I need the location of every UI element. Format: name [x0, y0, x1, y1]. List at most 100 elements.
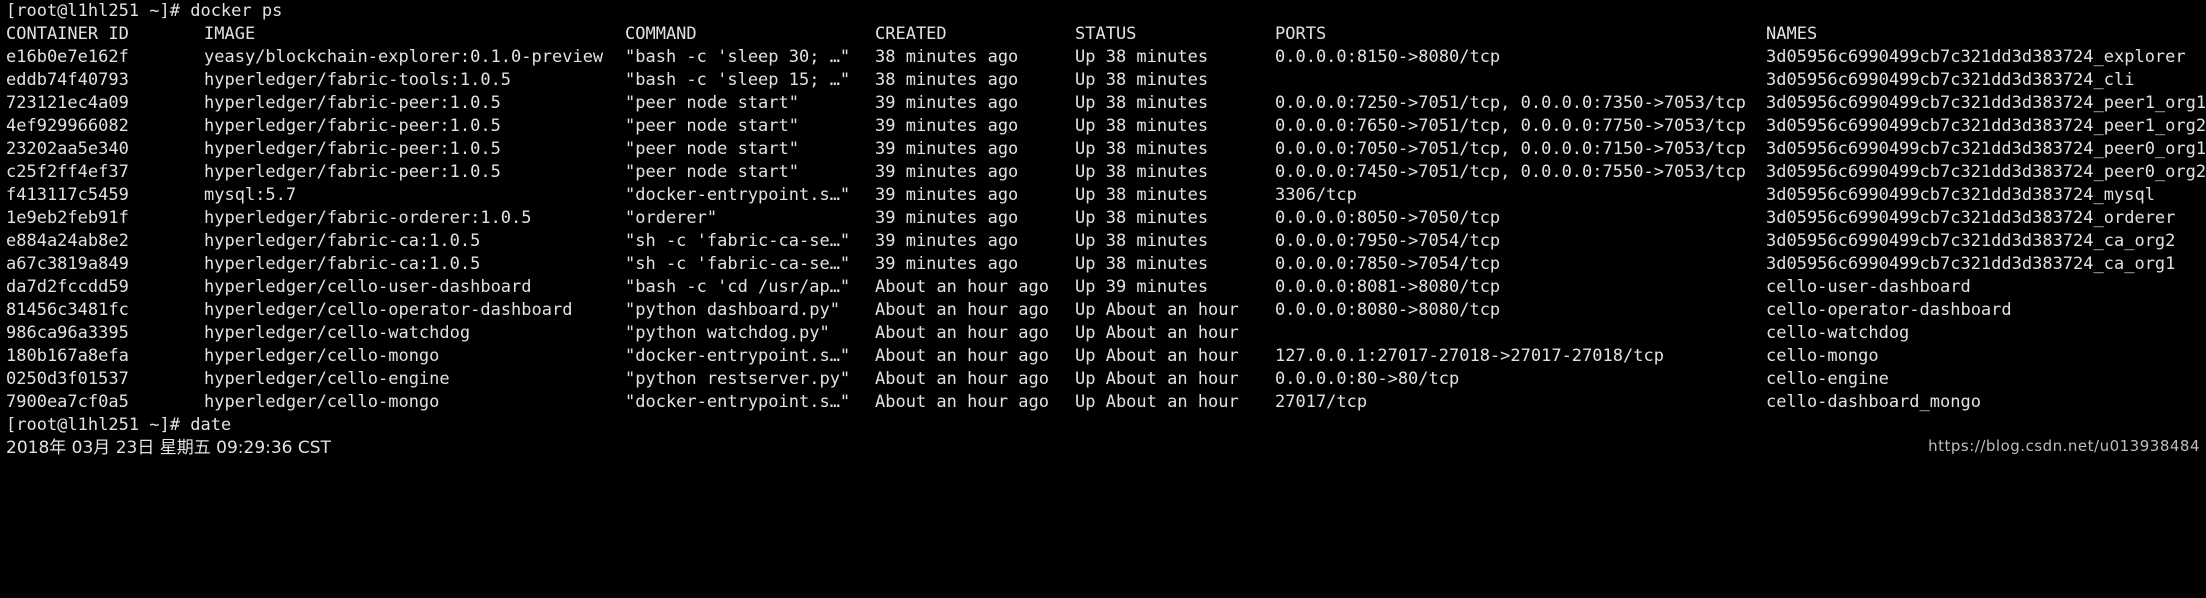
cell-container-id: f413117c5459: [6, 185, 129, 205]
cell-image: hyperledger/fabric-peer:1.0.5: [204, 93, 501, 113]
cell-command: "sh -c 'fabric-ca-se…": [625, 254, 851, 274]
table-row: c25f2ff4ef37 hyperledger/fabric-peer:1.0…: [0, 161, 2206, 184]
cell-ports: 0.0.0.0:7450->7051/tcp, 0.0.0.0:7550->70…: [1275, 162, 1746, 182]
cell-names: cello-engine: [1766, 369, 1889, 389]
cell-names: 3d05956c6990499cb7c321dd3d383724_peer0_o…: [1766, 162, 2206, 182]
cell-created: About an hour ago: [875, 300, 1049, 320]
cell-status: Up 38 minutes: [1075, 254, 1209, 274]
cell-status: Up 38 minutes: [1075, 185, 1209, 205]
table-row: a67c3819a849 hyperledger/fabric-ca:1.0.5…: [0, 253, 2206, 276]
table-header: CONTAINER ID IMAGE COMMAND CREATED STATU…: [0, 23, 2206, 46]
cell-names: cello-mongo: [1766, 346, 1879, 366]
table-row: 986ca96a3395 hyperledger/cello-watchdog …: [0, 322, 2206, 345]
cell-ports: 0.0.0.0:8050->7050/tcp: [1275, 208, 1501, 228]
cell-created: 39 minutes ago: [875, 208, 1019, 228]
table-row: f413117c5459 mysql:5.7 "docker-entrypoin…: [0, 184, 2206, 207]
cell-command: "python dashboard.py": [625, 300, 840, 320]
header-container-id: CONTAINER ID: [6, 24, 129, 44]
cell-created: 39 minutes ago: [875, 93, 1019, 113]
cell-container-id: da7d2fccdd59: [6, 277, 129, 297]
cell-names: 3d05956c6990499cb7c321dd3d383724_cli: [1766, 70, 2135, 90]
cell-container-id: e884a24ab8e2: [6, 231, 129, 251]
table-row: da7d2fccdd59 hyperledger/cello-user-dash…: [0, 276, 2206, 299]
table-row: e884a24ab8e2 hyperledger/fabric-ca:1.0.5…: [0, 230, 2206, 253]
cell-created: About an hour ago: [875, 369, 1049, 389]
cell-created: About an hour ago: [875, 392, 1049, 412]
cell-ports: 0.0.0.0:8080->8080/tcp: [1275, 300, 1501, 320]
cell-ports: 0.0.0.0:7850->7054/tcp: [1275, 254, 1501, 274]
cell-status: Up About an hour: [1075, 369, 1239, 389]
cell-names: cello-operator-dashboard: [1766, 300, 2012, 320]
cell-ports: 0.0.0.0:7950->7054/tcp: [1275, 231, 1501, 251]
cell-status: Up 38 minutes: [1075, 139, 1209, 159]
cell-ports: 0.0.0.0:8081->8080/tcp: [1275, 277, 1501, 297]
date-output: 2018年 03月 23日 星期五 09:29:36 CST: [6, 438, 331, 458]
cell-names: 3d05956c6990499cb7c321dd3d383724_peer1_o…: [1766, 93, 2206, 113]
command-prompt: [root@l1hl251 ~]# docker ps: [6, 1, 283, 21]
cell-names: 3d05956c6990499cb7c321dd3d383724_peer0_o…: [1766, 139, 2206, 159]
cell-status: Up 38 minutes: [1075, 208, 1209, 228]
cell-status: Up 38 minutes: [1075, 162, 1209, 182]
table-row: eddb74f40793 hyperledger/fabric-tools:1.…: [0, 69, 2206, 92]
cell-image: hyperledger/fabric-peer:1.0.5: [204, 139, 501, 159]
cell-command: "sh -c 'fabric-ca-se…": [625, 231, 851, 251]
cell-image: hyperledger/cello-user-dashboard: [204, 277, 532, 297]
cell-status: Up 38 minutes: [1075, 93, 1209, 113]
cell-container-id: 723121ec4a09: [6, 93, 129, 113]
header-created: CREATED: [875, 24, 947, 44]
cell-container-id: 7900ea7cf0a5: [6, 392, 129, 412]
cell-created: About an hour ago: [875, 277, 1049, 297]
prompt-line-docker-ps: [root@l1hl251 ~]# docker ps: [0, 0, 2206, 23]
cell-image: hyperledger/fabric-ca:1.0.5: [204, 254, 481, 274]
cell-command: "docker-entrypoint.s…": [625, 392, 851, 412]
cell-command: "docker-entrypoint.s…": [625, 185, 851, 205]
cell-ports: 0.0.0.0:8150->8080/tcp: [1275, 47, 1501, 67]
cell-command: "bash -c 'sleep 15; …": [625, 70, 851, 90]
terminal-window[interactable]: [root@l1hl251 ~]# docker ps CONTAINER ID…: [0, 0, 2206, 461]
header-image: IMAGE: [204, 24, 256, 44]
cell-names: 3d05956c6990499cb7c321dd3d383724_ca_org2: [1766, 231, 2176, 251]
cell-container-id: 4ef929966082: [6, 116, 129, 136]
cell-command: "python watchdog.py": [625, 323, 830, 343]
cell-created: 39 minutes ago: [875, 139, 1019, 159]
header-names: NAMES: [1766, 24, 1818, 44]
cell-container-id: 81456c3481fc: [6, 300, 129, 320]
header-ports: PORTS: [1275, 24, 1327, 44]
cell-image: hyperledger/fabric-peer:1.0.5: [204, 116, 501, 136]
cell-container-id: 986ca96a3395: [6, 323, 129, 343]
cell-created: 39 minutes ago: [875, 254, 1019, 274]
cell-created: 39 minutes ago: [875, 185, 1019, 205]
cell-status: Up 38 minutes: [1075, 116, 1209, 136]
cell-ports: 27017/tcp: [1275, 392, 1368, 412]
cell-names: 3d05956c6990499cb7c321dd3d383724_mysql: [1766, 185, 2155, 205]
cell-created: 39 minutes ago: [875, 162, 1019, 182]
table-row: 0250d3f01537 hyperledger/cello-engine "p…: [0, 368, 2206, 391]
cell-created: 38 minutes ago: [875, 47, 1019, 67]
cell-status: Up About an hour: [1075, 300, 1239, 320]
date-output-line: 2018年 03月 23日 星期五 09:29:36 CST: [0, 437, 2206, 460]
table-row: 723121ec4a09 hyperledger/fabric-peer:1.0…: [0, 92, 2206, 115]
cell-container-id: a67c3819a849: [6, 254, 129, 274]
cell-image: yeasy/blockchain-explorer:0.1.0-preview: [204, 47, 604, 67]
cell-command: "bash -c 'cd /usr/ap…": [625, 277, 851, 297]
cell-ports: 0.0.0.0:80->80/tcp: [1275, 369, 1460, 389]
table-row: 7900ea7cf0a5 hyperledger/cello-mongo "do…: [0, 391, 2206, 414]
cell-container-id: e16b0e7e162f: [6, 47, 129, 67]
header-command: COMMAND: [625, 24, 697, 44]
command-prompt: [root@l1hl251 ~]# date: [6, 415, 232, 435]
cell-command: "docker-entrypoint.s…": [625, 346, 851, 366]
cell-image: hyperledger/cello-mongo: [204, 392, 440, 412]
cell-command: "peer node start": [625, 162, 799, 182]
cell-names: 3d05956c6990499cb7c321dd3d383724_orderer: [1766, 208, 2176, 228]
cell-image: hyperledger/fabric-tools:1.0.5: [204, 70, 512, 90]
cell-image: hyperledger/cello-engine: [204, 369, 450, 389]
cell-status: Up 38 minutes: [1075, 231, 1209, 251]
cell-command: "bash -c 'sleep 30; …": [625, 47, 851, 67]
prompt-line-date: [root@l1hl251 ~]# date: [0, 414, 2206, 437]
cell-command: "python restserver.py": [625, 369, 851, 389]
cell-ports: 3306/tcp: [1275, 185, 1357, 205]
cell-command: "peer node start": [625, 139, 799, 159]
cell-created: 39 minutes ago: [875, 231, 1019, 251]
table-row: 4ef929966082 hyperledger/fabric-peer:1.0…: [0, 115, 2206, 138]
cell-created: About an hour ago: [875, 323, 1049, 343]
